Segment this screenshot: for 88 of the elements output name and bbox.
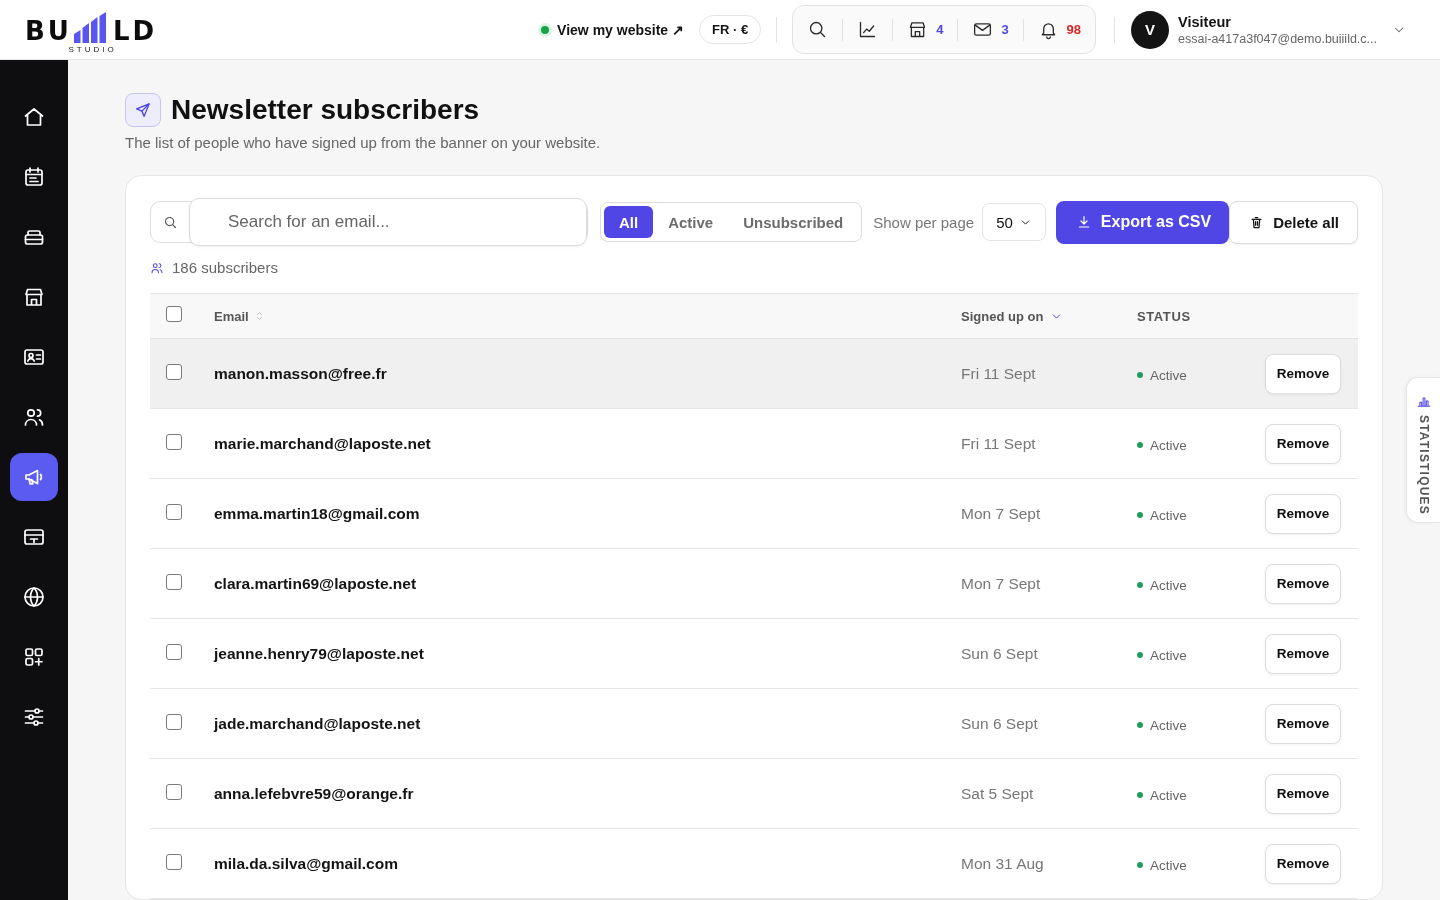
remove-button[interactable]: Remove [1265,563,1341,604]
export-csv-button[interactable]: Export as CSV [1055,200,1230,244]
row-checkbox[interactable] [166,433,182,450]
subscriber-count: 186 subscribers [172,259,278,277]
status-cell: Active [1150,507,1187,523]
logo-text: BU [25,18,72,43]
avatar: V [1131,10,1170,49]
sidebar-item[interactable] [10,453,58,501]
status-dot-icon [541,25,550,34]
column-header[interactable]: Email [214,308,249,324]
email-cell: mila.da.silva@gmail.com [214,854,398,872]
table-row[interactable]: emma.martin18@gmail.com Mon 7 Sept Active Remove [150,479,1358,549]
date-cell: Fri 11 Sept [961,434,1036,452]
shop-button[interactable]: 4 [893,6,958,53]
status-cell: Active [1150,717,1187,733]
date-cell: Sun 6 Sept [961,714,1038,732]
remove-button[interactable]: Remove [1265,353,1341,394]
date-cell: Mon 7 Sept [961,504,1041,522]
messages-button[interactable]: 3 [958,6,1023,53]
view-website-link[interactable]: View my website ↗ [541,21,684,38]
remove-button[interactable]: Remove [1265,703,1341,744]
status-cell: Active [1150,437,1187,453]
remove-button[interactable]: Remove [1265,633,1341,674]
filter-tab[interactable]: Active [653,206,729,238]
row-checkbox[interactable] [166,573,182,590]
page-subtitle: The list of people who have signed up from the banner on your website. [125,134,602,152]
email-cell: anna.lefebvre59@orange.fr [214,784,414,802]
table-row[interactable]: jade.marchand@laposte.net Sun 6 Sept Active Remove [150,689,1358,759]
globe-icon [22,585,46,609]
status-cell: Active [1150,857,1187,873]
email-cell: emma.martin18@gmail.com [214,504,420,522]
user-name: Visiteur [1178,12,1232,31]
home-icon [22,105,46,129]
delete-all-button[interactable]: Delete all [1229,200,1358,244]
select-all-checkbox[interactable] [166,306,182,322]
email-cell: jade.marchand@laposte.net [214,714,421,732]
status-cell: Active [1150,787,1187,803]
row-checkbox[interactable] [166,783,182,800]
date-cell: Fri 11 Sept [961,364,1036,382]
search-input[interactable]: Search for an email... [189,198,587,246]
logo-mark-icon [73,11,106,43]
date-cell: Sun 6 Sept [961,644,1038,662]
sliders-icon [22,705,46,729]
remove-button[interactable]: Remove [1265,493,1341,534]
table-row[interactable]: mila.da.silva@gmail.com Mon 31 Aug Active Remove [150,829,1358,899]
table-row[interactable]: anna.lefebvre59@orange.fr Sat 5 Sept Active Remove [150,759,1358,829]
status-cell: Active [1150,577,1187,593]
table-row[interactable]: jeanne.henry79@laposte.net Sun 6 Sept Active Remove [150,619,1358,689]
search-field[interactable]: Search for an email... [150,201,588,243]
per-page-select[interactable]: 50 [982,203,1046,241]
user-email: essai-a417a3f047@demo.buiiild.c... [1178,30,1377,47]
logo-text: LD [112,18,158,43]
email-cell: marie.marchand@laposte.net [214,434,431,452]
row-checkbox[interactable] [166,503,182,520]
row-checkbox[interactable] [166,363,182,380]
page-title: Newsletter subscribers [171,93,480,127]
table-row[interactable]: manon.masson@free.fr Fri 11 Sept Active Remove [150,339,1358,409]
remove-button[interactable]: Remove [1265,843,1341,884]
notifications-button[interactable]: 98 [1023,6,1096,53]
column-header[interactable]: STATUS [1137,308,1191,324]
users-icon [150,261,164,275]
email-cell: clara.martin69@laposte.net [214,574,417,592]
date-cell: Sat 5 Sept [961,784,1034,802]
statistics-tab[interactable]: STATISTIQUES [1406,377,1440,523]
logo-tagline: STUDIO [67,44,117,54]
email-cell: jeanne.henry79@laposte.net [214,644,424,662]
locale-button[interactable]: FR · € [699,15,762,44]
email-cell: manon.masson@free.fr [214,364,387,382]
apps-icon [22,645,46,669]
date-cell: Mon 31 Aug [961,854,1044,872]
paper-plane-icon [125,93,161,127]
column-header[interactable]: Signed up on [961,308,1044,324]
filter-tab[interactable]: Unsubscribed [728,206,859,238]
filter-tab[interactable]: All [604,206,654,238]
table-row[interactable]: clara.martin69@laposte.net Mon 7 Sept Active Remove [150,549,1358,619]
row-checkbox[interactable] [166,853,182,870]
bar-chart-icon [1416,395,1431,407]
remove-button[interactable]: Remove [1265,773,1341,814]
status-cell: Active [1150,367,1187,383]
remove-button[interactable]: Remove [1265,423,1341,464]
search-icon [162,214,178,230]
per-page-label: Show per page [873,213,975,231]
date-cell: Mon 7 Sept [961,574,1041,592]
row-checkbox[interactable] [166,713,182,730]
row-checkbox[interactable] [166,643,182,660]
table-row[interactable]: marie.marchand@laposte.net Fri 11 Sept Active Remove [150,409,1358,479]
status-cell: Active [1150,647,1187,663]
calendar-icon [22,165,46,189]
